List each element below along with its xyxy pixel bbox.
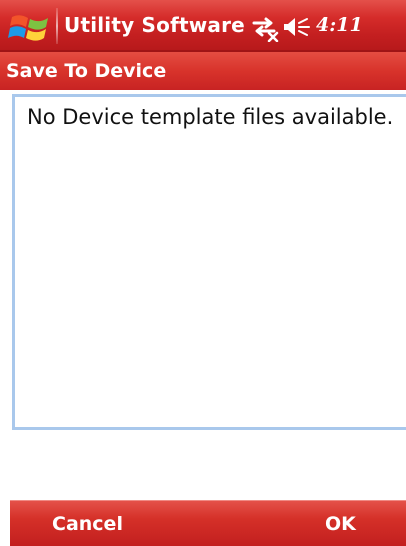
ok-button[interactable]: OK xyxy=(325,513,356,535)
clock[interactable]: 4:11 xyxy=(316,14,363,36)
dialog-header: Save To Device xyxy=(0,52,406,90)
message-box: No Device template files available. xyxy=(12,94,406,430)
softkey-bar: Cancel OK xyxy=(10,500,406,546)
cancel-button[interactable]: Cancel xyxy=(52,513,123,535)
connectivity-icon[interactable] xyxy=(250,14,280,42)
app-title: Utility Software xyxy=(64,13,245,37)
dialog-title: Save To Device xyxy=(6,60,167,82)
volume-icon[interactable] xyxy=(282,15,312,39)
screen: Utility Software 4:11 Save To Device No … xyxy=(0,0,406,546)
empty-state-message: No Device template files available. xyxy=(27,105,394,129)
windows-start-icon[interactable] xyxy=(8,7,54,45)
title-divider xyxy=(56,8,58,44)
title-bar: Utility Software 4:11 xyxy=(0,0,406,52)
